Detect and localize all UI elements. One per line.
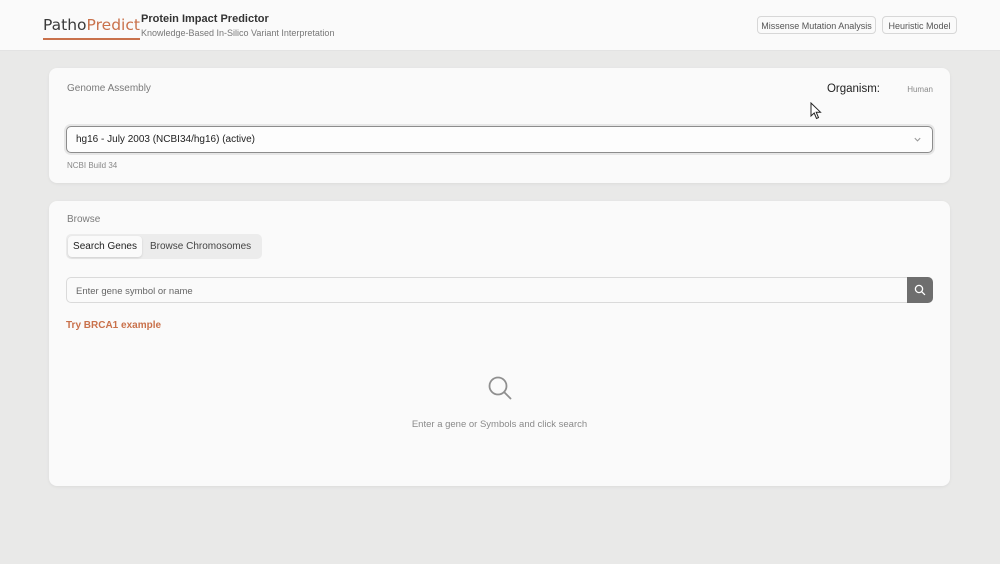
- empty-state-text: Enter a gene or Symbols and click search: [411, 419, 588, 430]
- browse-tabs: Search Genes Browse Chromosomes: [66, 234, 262, 259]
- tab-browse-chromosomes[interactable]: Browse Chromosomes: [150, 236, 251, 257]
- search-icon: [914, 284, 926, 296]
- selected-assembly: hg16 - July 2003 (NCBI34/hg16) (active): [76, 134, 255, 145]
- chevron-down-icon: [914, 137, 921, 142]
- build-note: NCBI Build 34: [67, 161, 118, 170]
- logo-text-predict: Predict: [86, 16, 140, 34]
- app-logo[interactable]: PathoPredict: [43, 14, 140, 40]
- app-subtitle: Knowledge-Based In-Silico Variant Interp…: [141, 28, 335, 38]
- top-header: PathoPredict Protein Impact Predictor Kn…: [0, 0, 1000, 51]
- browse-label: Browse: [67, 214, 101, 225]
- mouse-cursor-icon: [810, 102, 822, 120]
- logo-text-patho: Patho: [43, 16, 87, 34]
- tab-search-genes[interactable]: Search Genes: [68, 236, 142, 257]
- genome-assembly-card: Genome Assembly Organism: Human hg16 - J…: [49, 68, 950, 183]
- genome-assembly-select[interactable]: hg16 - July 2003 (NCBI34/hg16) (active): [66, 126, 933, 153]
- search-placeholder: Enter gene symbol or name: [76, 286, 193, 297]
- organism-label: Organism:: [826, 83, 880, 95]
- gene-search-input[interactable]: Enter gene symbol or name: [66, 277, 909, 303]
- heuristic-model-button[interactable]: Heuristic Model: [882, 16, 957, 34]
- missense-mutation-analysis-button[interactable]: Missense Mutation Analysis: [757, 16, 876, 34]
- search-icon: [488, 376, 512, 400]
- search-button[interactable]: [907, 277, 933, 303]
- app-title: Protein Impact Predictor: [141, 13, 269, 25]
- browse-card: Browse Search Genes Browse Chromosomes E…: [49, 201, 950, 486]
- organism-value: Human: [907, 85, 933, 94]
- genome-assembly-label: Genome Assembly: [67, 83, 151, 94]
- try-example-link[interactable]: Try BRCA1 example: [66, 320, 161, 331]
